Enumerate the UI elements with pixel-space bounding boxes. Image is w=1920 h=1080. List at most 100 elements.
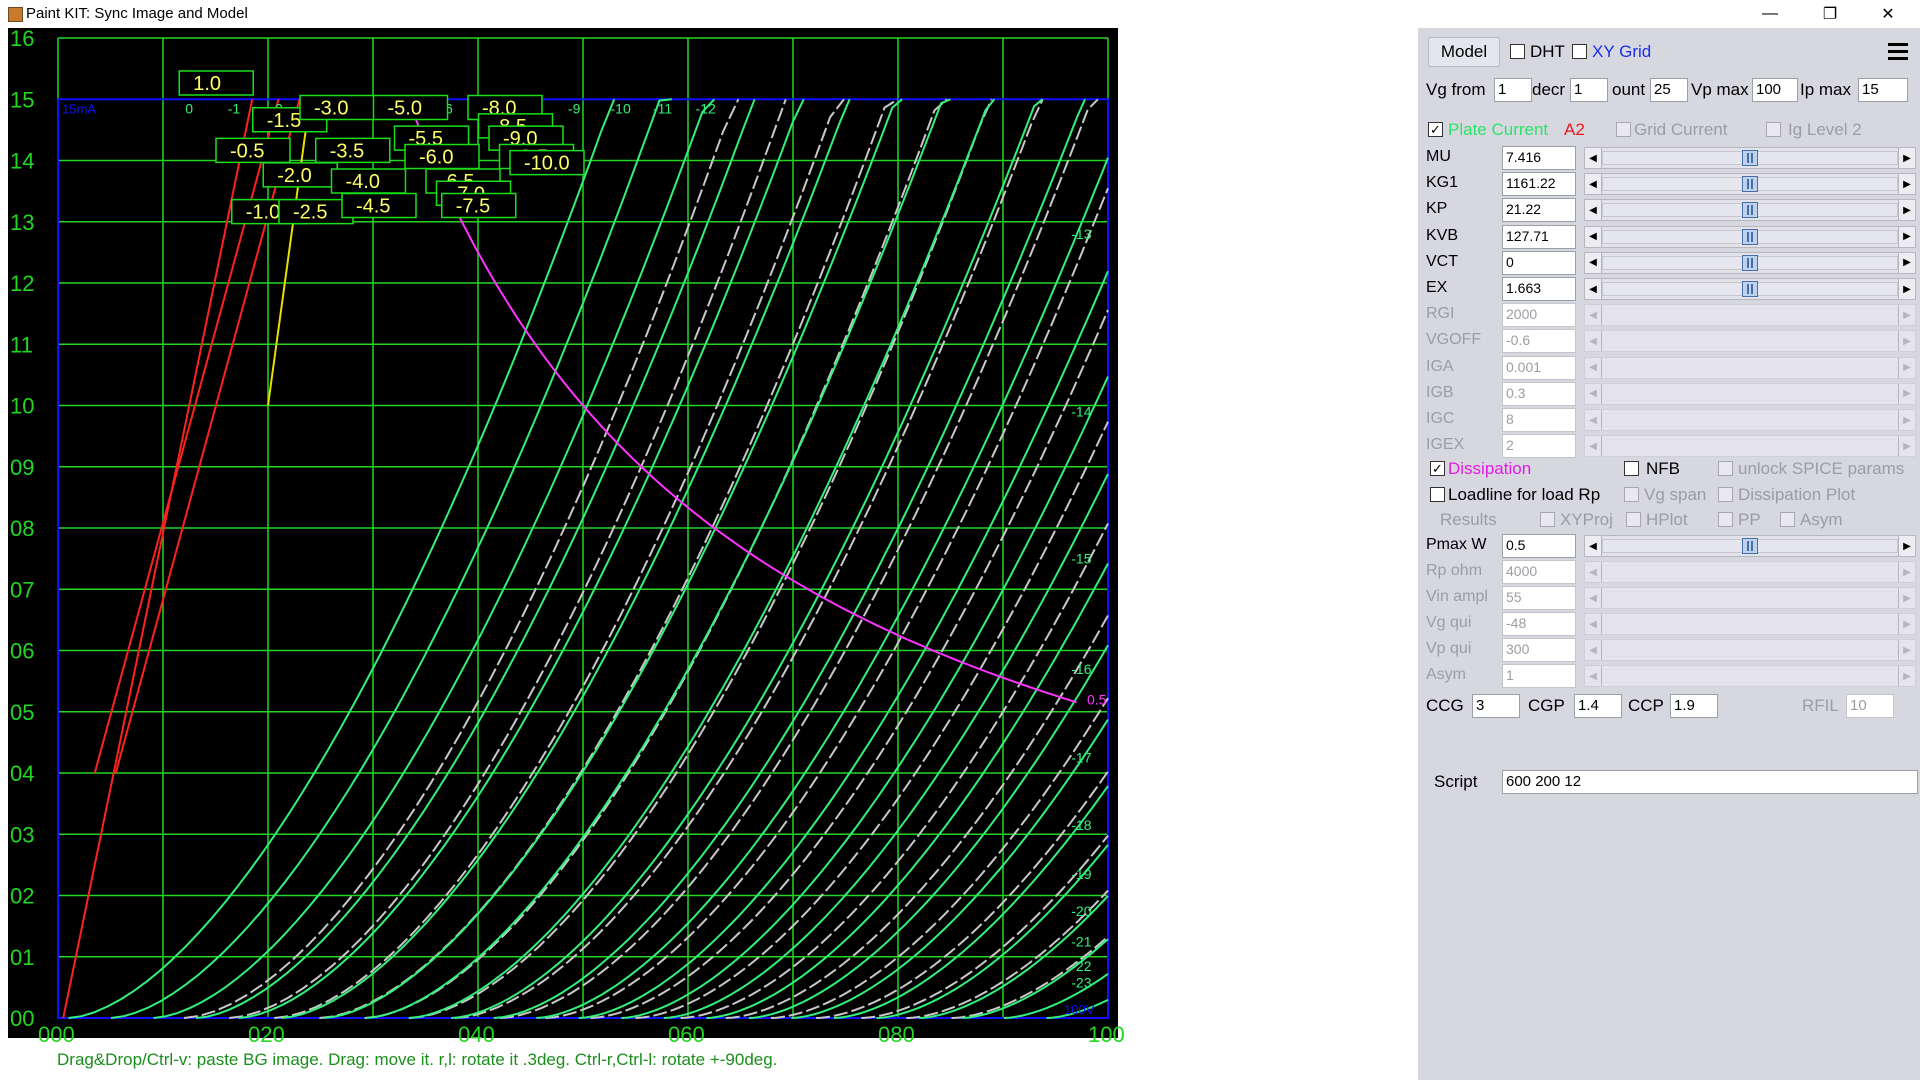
slider-right-arrow-icon[interactable]: ▶ <box>1898 252 1915 273</box>
xy-grid-checkbox[interactable] <box>1572 44 1587 59</box>
igex-field[interactable]: 2 <box>1502 434 1576 459</box>
rgi-field[interactable]: 2000 <box>1502 303 1576 328</box>
slider-right-arrow-icon[interactable]: ▶ <box>1898 383 1915 404</box>
igb-slider[interactable]: ◀ ▶ <box>1584 382 1916 405</box>
vp-qui-field[interactable]: 300 <box>1502 638 1576 662</box>
pp-checkbox[interactable] <box>1718 512 1733 527</box>
kp-slider[interactable]: ◀ ▶ <box>1584 199 1916 222</box>
asym-slider[interactable]: ◀ ▶ <box>1584 665 1916 687</box>
slider-track[interactable] <box>1602 565 1898 579</box>
loadline-checkbox[interactable] <box>1430 487 1445 502</box>
dissipation-plot-checkbox[interactable] <box>1718 487 1733 502</box>
rfil-field[interactable]: 10 <box>1846 694 1894 718</box>
slider-left-arrow-icon[interactable]: ◀ <box>1585 357 1602 378</box>
slider-right-arrow-icon[interactable]: ▶ <box>1898 331 1915 352</box>
kp-field[interactable]: 21.22 <box>1502 198 1576 223</box>
kg1-slider[interactable]: ◀ ▶ <box>1584 173 1916 196</box>
slider-left-arrow-icon[interactable]: ◀ <box>1585 614 1602 634</box>
close-button[interactable]: ✕ <box>1860 0 1916 28</box>
slider-right-arrow-icon[interactable]: ▶ <box>1898 614 1915 634</box>
vct-field[interactable]: 0 <box>1502 250 1576 275</box>
slider-thumb[interactable] <box>1742 150 1758 166</box>
xyproj-checkbox[interactable] <box>1540 512 1555 527</box>
slider-right-arrow-icon[interactable]: ▶ <box>1898 562 1915 582</box>
vp-max-field[interactable]: 100 <box>1752 78 1798 102</box>
vin-ampl-field[interactable]: 55 <box>1502 586 1576 610</box>
slider-left-arrow-icon[interactable]: ◀ <box>1585 226 1602 247</box>
slider-left-arrow-icon[interactable]: ◀ <box>1585 410 1602 430</box>
rgi-slider[interactable]: ◀ ▶ <box>1584 304 1916 327</box>
kvb-slider[interactable]: ◀ ▶ <box>1584 225 1916 248</box>
rp-ohm-field[interactable]: 4000 <box>1502 560 1576 584</box>
slider-left-arrow-icon[interactable]: ◀ <box>1585 436 1602 457</box>
slider-track[interactable] <box>1602 669 1898 683</box>
ccg-field[interactable]: 3 <box>1472 694 1520 718</box>
slider-track[interactable] <box>1602 360 1898 375</box>
unlock-spice-checkbox[interactable] <box>1718 461 1733 476</box>
ccp-field[interactable]: 1.9 <box>1670 694 1718 718</box>
script-field[interactable]: 600 200 12 <box>1502 770 1918 794</box>
slider-left-arrow-icon[interactable]: ◀ <box>1585 200 1602 221</box>
slider-left-arrow-icon[interactable]: ◀ <box>1585 588 1602 608</box>
iga-slider[interactable]: ◀ ▶ <box>1584 356 1916 379</box>
slider-track[interactable] <box>1602 439 1898 454</box>
slider-track[interactable] <box>1602 413 1898 427</box>
vg-qui-field[interactable]: -48 <box>1502 612 1576 636</box>
slider-right-arrow-icon[interactable]: ▶ <box>1898 640 1915 660</box>
slider-thumb[interactable] <box>1742 538 1758 554</box>
restore-button[interactable]: ❐ <box>1802 0 1858 28</box>
plate-curves-plot[interactable]: 0-1-2-3-4-5-6-7-8-9-10-11-12-13-14-15-16… <box>8 28 1138 1058</box>
slider-right-arrow-icon[interactable]: ▶ <box>1898 279 1915 299</box>
slider-left-arrow-icon[interactable]: ◀ <box>1585 305 1602 326</box>
asym-checkbox[interactable] <box>1780 512 1795 527</box>
slider-right-arrow-icon[interactable]: ▶ <box>1898 410 1915 430</box>
vgoff-field[interactable]: -0.6 <box>1502 329 1576 354</box>
slider-thumb[interactable] <box>1742 254 1758 271</box>
slider-right-arrow-icon[interactable]: ▶ <box>1898 536 1915 556</box>
igc-field[interactable]: 8 <box>1502 408 1576 432</box>
slider-track[interactable] <box>1602 334 1898 349</box>
minimize-button[interactable]: — <box>1742 0 1798 28</box>
mu-slider[interactable]: ◀ ▶ <box>1584 147 1916 169</box>
slider-right-arrow-icon[interactable]: ▶ <box>1898 200 1915 221</box>
vin-ampl-slider[interactable]: ◀ ▶ <box>1584 587 1916 609</box>
slider-track[interactable] <box>1602 617 1898 631</box>
slider-left-arrow-icon[interactable]: ◀ <box>1585 562 1602 582</box>
decr-field[interactable]: 1 <box>1570 78 1608 102</box>
slider-left-arrow-icon[interactable]: ◀ <box>1585 279 1602 299</box>
slider-thumb[interactable] <box>1742 281 1758 297</box>
slider-right-arrow-icon[interactable]: ▶ <box>1898 148 1915 168</box>
nfb-checkbox[interactable] <box>1624 461 1639 476</box>
dissipation-checkbox[interactable]: ✓ <box>1430 461 1445 476</box>
slider-thumb[interactable] <box>1742 176 1758 193</box>
slider-right-arrow-icon[interactable]: ▶ <box>1898 226 1915 247</box>
slider-right-arrow-icon[interactable]: ▶ <box>1898 305 1915 326</box>
iga-field[interactable]: 0.001 <box>1502 355 1576 380</box>
igb-field[interactable]: 0.3 <box>1502 381 1576 406</box>
vgoff-slider[interactable]: ◀ ▶ <box>1584 330 1916 353</box>
pmax-w-field[interactable]: 0.5 <box>1502 534 1576 558</box>
hamburger-menu-icon[interactable] <box>1880 34 1916 70</box>
slider-left-arrow-icon[interactable]: ◀ <box>1585 640 1602 660</box>
slider-track[interactable] <box>1602 386 1898 401</box>
slider-left-arrow-icon[interactable]: ◀ <box>1585 148 1602 168</box>
vg-span-checkbox[interactable] <box>1624 487 1639 502</box>
mu-field[interactable]: 7.416 <box>1502 146 1576 170</box>
slider-left-arrow-icon[interactable]: ◀ <box>1585 666 1602 686</box>
vg-from-field[interactable]: 1 <box>1494 78 1532 102</box>
pmax-w-slider[interactable]: ◀ ▶ <box>1584 535 1916 557</box>
asym-field[interactable]: 1 <box>1502 664 1576 688</box>
slider-track[interactable] <box>1602 308 1898 323</box>
slider-track[interactable] <box>1602 591 1898 605</box>
kg1-field[interactable]: 1161.22 <box>1502 172 1576 197</box>
slider-right-arrow-icon[interactable]: ▶ <box>1898 357 1915 378</box>
slider-track[interactable] <box>1602 643 1898 657</box>
ex-slider[interactable]: ◀ ▶ <box>1584 278 1916 300</box>
slider-thumb[interactable] <box>1742 202 1758 219</box>
slider-left-arrow-icon[interactable]: ◀ <box>1585 383 1602 404</box>
vg-qui-slider[interactable]: ◀ ▶ <box>1584 613 1916 635</box>
slider-left-arrow-icon[interactable]: ◀ <box>1585 331 1602 352</box>
hplot-checkbox[interactable] <box>1626 512 1641 527</box>
slider-right-arrow-icon[interactable]: ▶ <box>1898 666 1915 686</box>
slider-right-arrow-icon[interactable]: ▶ <box>1898 588 1915 608</box>
